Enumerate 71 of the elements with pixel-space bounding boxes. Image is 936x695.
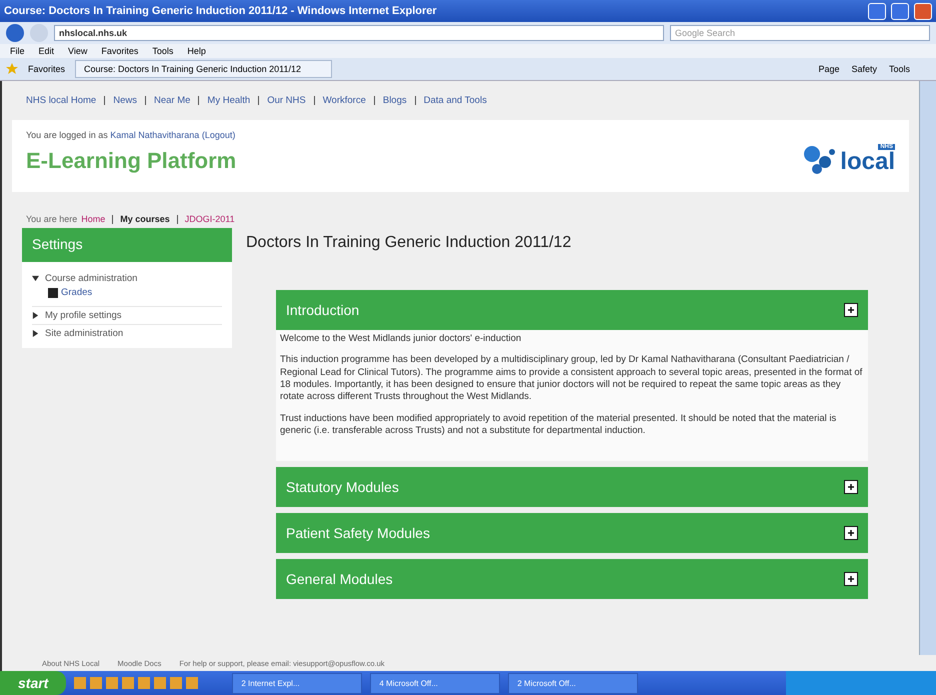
course-title: Doctors In Training Generic Induction 2011/12 bbox=[246, 234, 572, 252]
app-icon[interactable] bbox=[122, 677, 134, 689]
menu-item[interactable]: Help bbox=[187, 46, 206, 56]
app-icon[interactable] bbox=[90, 677, 102, 689]
section-header[interactable]: Introduction bbox=[276, 290, 868, 330]
window-title: Course: Doctors In Training Generic Induction 2011/12 - Windows Internet Explorer bbox=[4, 5, 438, 17]
minimize-button[interactable] bbox=[868, 2, 886, 20]
tree-item[interactable]: My profile settings bbox=[45, 310, 122, 321]
browser-tab[interactable]: Course: Doctors In Training Generic Induction 2011/12 bbox=[75, 60, 332, 78]
nav-link[interactable]: NHS local Home bbox=[26, 95, 96, 106]
paragraph: Trust inductions have been modified appropriately to avoid repetition of the material presented. It should be noted that the material is generic (i.e. transferable across Trusts) and not a substitute for departmental induction. bbox=[280, 412, 838, 438]
address-field[interactable]: nhslocal.nhs.uk bbox=[54, 25, 664, 41]
paragraph: This induction programme has been developed by a multidisciplinary group, led by Dr Kamal Nathavitharana (Consultant Paediatrician / Regional Lead for Clinical Tutors). The programme aims to provide a consistent approach to several topic areas, presented in the format of 18 modules. Importantly, it has been designed to ensure that junior doctors will not be required to repeat the same topic areas as they rotate across different Trusts throughout the West Midlands. bbox=[280, 354, 864, 404]
app-icon[interactable] bbox=[106, 677, 118, 689]
start-button[interactable]: start bbox=[0, 671, 66, 695]
breadcrumb-item[interactable]: JDOGI-2011 bbox=[184, 214, 235, 224]
breadcrumb-item[interactable]: Home bbox=[81, 214, 106, 224]
dots-logo-icon bbox=[803, 144, 838, 174]
expand-icon[interactable] bbox=[844, 480, 858, 494]
login-label: You are logged in as bbox=[26, 130, 108, 140]
menu-item[interactable]: Tools bbox=[152, 46, 174, 56]
tree-item[interactable]: Course administration bbox=[45, 273, 138, 284]
toolbar-menu[interactable]: Tools bbox=[888, 64, 910, 74]
scrollbar[interactable] bbox=[919, 81, 936, 655]
paragraph: Welcome to the West Midlands junior doctors' e-induction bbox=[280, 333, 522, 346]
breadcrumb-item: My courses bbox=[120, 214, 170, 224]
app-icon[interactable] bbox=[170, 677, 182, 689]
toolbar-menu[interactable]: Safety bbox=[851, 64, 877, 74]
maximize-button[interactable] bbox=[891, 2, 909, 20]
triangle-down-icon[interactable] bbox=[32, 275, 39, 282]
nav-link[interactable]: Our NHS bbox=[267, 95, 306, 106]
nav-link[interactable]: News bbox=[113, 95, 137, 106]
toolbar-menu[interactable]: Page bbox=[818, 64, 840, 74]
taskbar-button[interactable]: 2 Microsoft Off... bbox=[508, 672, 638, 694]
section-header[interactable]: Statutory Modules bbox=[276, 467, 868, 508]
menu-item[interactable]: Edit bbox=[38, 46, 54, 56]
triangle-right-icon[interactable] bbox=[32, 312, 39, 319]
logout-link[interactable]: (Logout) bbox=[202, 130, 236, 140]
taskbar-button[interactable]: 2 Internet Expl... bbox=[232, 672, 362, 694]
app-icon[interactable] bbox=[154, 677, 166, 689]
site-title: E-Learning Platform bbox=[26, 148, 238, 174]
nav-link[interactable]: Blogs bbox=[382, 95, 407, 106]
app-icon[interactable] bbox=[74, 677, 86, 689]
star-icon bbox=[6, 63, 18, 75]
user-link[interactable]: Kamal Nathavitharana bbox=[110, 130, 200, 140]
expand-icon[interactable] bbox=[844, 303, 858, 317]
back-button[interactable] bbox=[6, 24, 24, 42]
nav-link[interactable]: Near Me bbox=[154, 95, 190, 106]
menu-item[interactable]: Favorites bbox=[101, 46, 138, 56]
nav-link[interactable]: My Health bbox=[207, 95, 250, 106]
app-icon[interactable] bbox=[186, 677, 198, 689]
expand-icon[interactable] bbox=[844, 526, 858, 540]
favorites-button[interactable]: Favorites bbox=[28, 64, 66, 74]
menu-item[interactable]: File bbox=[10, 46, 25, 56]
menu-item[interactable]: View bbox=[68, 46, 88, 56]
triangle-right-icon[interactable] bbox=[32, 330, 39, 337]
expand-icon[interactable] bbox=[844, 572, 858, 586]
close-button[interactable] bbox=[914, 2, 932, 20]
tree-link[interactable]: Grades bbox=[61, 287, 92, 298]
taskbar-button[interactable]: 4 Microsoft Off... bbox=[370, 672, 500, 694]
tree-item[interactable]: Site administration bbox=[45, 328, 124, 339]
settings-header: Settings bbox=[22, 228, 232, 262]
app-icon[interactable] bbox=[138, 677, 150, 689]
logo-text: local bbox=[840, 150, 895, 174]
search-field[interactable]: Google Search bbox=[670, 25, 930, 41]
grades-icon bbox=[48, 288, 58, 298]
nav-link[interactable]: Workforce bbox=[322, 95, 366, 106]
breadcrumb-label: You are here bbox=[26, 214, 78, 224]
section-header[interactable]: Patient Safety Modules bbox=[276, 513, 868, 554]
section-header[interactable]: General Modules bbox=[276, 559, 868, 600]
nav-link[interactable]: Data and Tools bbox=[424, 95, 487, 106]
